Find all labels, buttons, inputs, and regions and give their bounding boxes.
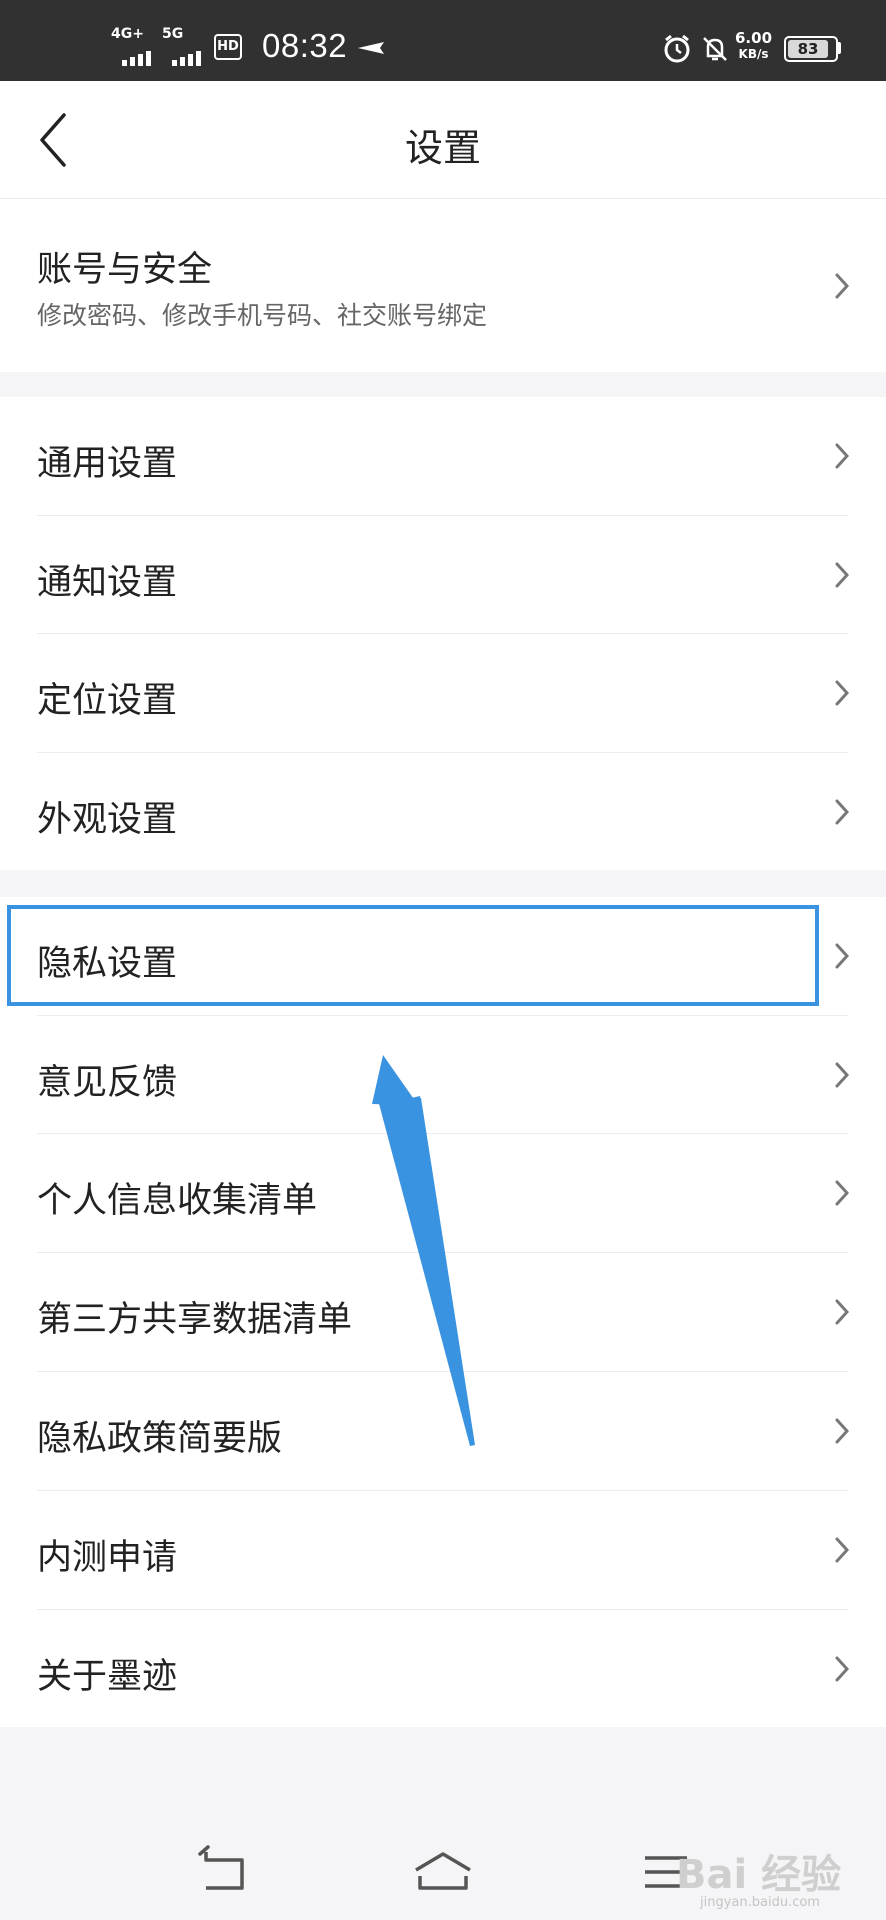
chevron-right-icon: [835, 562, 850, 588]
bell-off-icon: [703, 37, 727, 61]
item-subtitle: 修改密码、修改手机号码、社交账号绑定: [37, 301, 488, 330]
highlight-box: [7, 905, 819, 1006]
watermark-logo: Bai 经验: [676, 1852, 842, 1898]
signal-icon: [122, 47, 154, 66]
nav-home-button[interactable]: [400, 1840, 490, 1900]
settings-item-account-security[interactable]: 账号与安全 修改密码、修改手机号码、社交账号绑定: [0, 199, 886, 372]
page-title: 设置: [404, 126, 481, 170]
item-label: 定位设置: [37, 681, 178, 721]
item-label: 隐私政策简要版: [37, 1419, 283, 1459]
settings-item-about[interactable]: 关于墨迹: [0, 1610, 886, 1727]
signal-icon: [172, 47, 204, 66]
item-label: 个人信息收集清单: [37, 1181, 318, 1221]
item-label: 通用设置: [37, 444, 178, 484]
settings-item-location[interactable]: 定位设置: [0, 634, 886, 752]
chevron-right-icon: [835, 1656, 850, 1682]
item-label: 外观设置: [37, 800, 178, 840]
item-label: 第三方共享数据清单: [37, 1300, 353, 1340]
chevron-right-icon: [835, 273, 850, 299]
item-label: 通知设置: [37, 563, 178, 603]
chevron-right-icon: [835, 1418, 850, 1444]
settings-item-privacy-policy-brief[interactable]: 隐私政策简要版: [0, 1372, 886, 1490]
more-section: 隐私设置 意见反馈 个人信息收集清单 第三方共享数据清单 隐私政策简要版 内测申…: [0, 897, 886, 1727]
settings-item-feedback[interactable]: 意见反馈: [0, 1016, 886, 1134]
network-type-1: 4G+: [111, 26, 144, 42]
settings-item-personal-info-list[interactable]: 个人信息收集清单: [0, 1134, 886, 1252]
settings-item-general[interactable]: 通用设置: [0, 397, 886, 515]
speed-value: 6.00: [735, 29, 773, 47]
battery-level: 83: [797, 40, 819, 58]
item-label: 意见反馈: [37, 1063, 178, 1103]
chevron-right-icon: [835, 1537, 850, 1563]
home-nav-icon: [415, 1852, 471, 1890]
battery-icon: 83: [784, 36, 838, 62]
status-time: 08:32: [262, 27, 348, 64]
alarm-icon: [664, 34, 690, 63]
chevron-right-icon: [835, 799, 850, 825]
general-section: 通用设置 通知设置 定位设置 外观设置: [0, 397, 886, 870]
nav-back-button[interactable]: [186, 1840, 276, 1900]
chevron-right-icon: [835, 943, 850, 969]
chevron-right-icon: [835, 1180, 850, 1206]
item-label: 账号与安全: [37, 250, 213, 290]
watermark-url: jingyan.baidu.com: [700, 1895, 820, 1910]
status-bar: 4G+ 5G HD 08:32 6.00 KB/s 83: [0, 0, 886, 81]
account-section: 账号与安全 修改密码、修改手机号码、社交账号绑定: [0, 199, 886, 372]
chevron-right-icon: [835, 1062, 850, 1088]
hd-icon: HD: [214, 34, 242, 60]
speed-unit: KB/s: [738, 47, 769, 61]
item-label: 关于墨迹: [37, 1657, 178, 1697]
settings-item-beta-apply[interactable]: 内测申请: [0, 1491, 886, 1609]
settings-item-third-party-list[interactable]: 第三方共享数据清单: [0, 1253, 886, 1371]
network-type-2: 5G: [162, 26, 184, 42]
airplane-icon: [358, 42, 384, 54]
back-nav-icon: [198, 1845, 244, 1890]
chevron-right-icon: [835, 680, 850, 706]
chevron-right-icon: [835, 1299, 850, 1325]
network-speed: 6.00 KB/s: [735, 30, 772, 62]
settings-item-appearance[interactable]: 外观设置: [0, 753, 886, 870]
header: 设置: [0, 81, 886, 199]
chevron-right-icon: [835, 443, 850, 469]
item-label: 内测申请: [37, 1538, 178, 1578]
settings-item-notification[interactable]: 通知设置: [0, 516, 886, 634]
